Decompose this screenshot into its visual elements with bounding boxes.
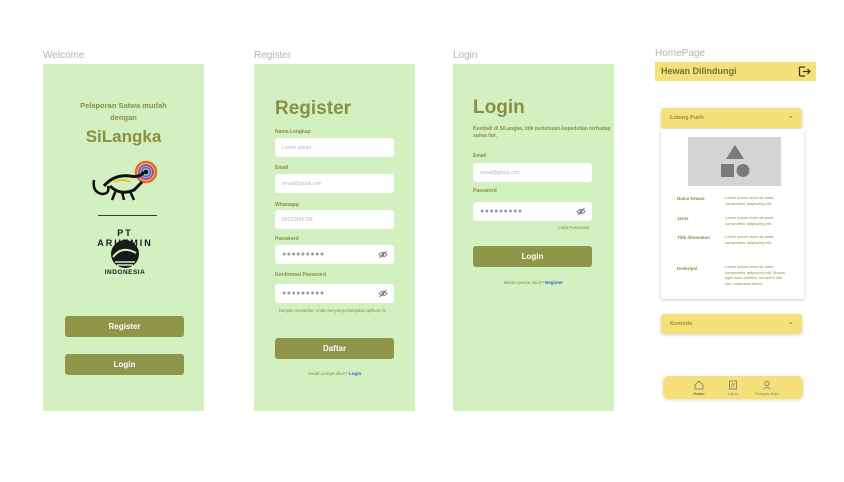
confirm-password-field[interactable]: ●●●●●●●●● bbox=[275, 284, 394, 303]
accordion-title: Komodo bbox=[670, 321, 693, 327]
image-placeholder bbox=[688, 137, 781, 186]
login-subtitle: Kembali di SiLangka, titik pertemuan kep… bbox=[473, 126, 611, 139]
register-title: Register bbox=[275, 98, 352, 119]
login-title: Login bbox=[473, 97, 525, 118]
user-badge-icon bbox=[763, 380, 771, 390]
animal-detail-card: Nama hewan Lorem ipsum dolor sit amet, c… bbox=[661, 129, 804, 299]
eye-off-icon[interactable] bbox=[378, 289, 388, 298]
email-label: Email bbox=[275, 165, 289, 171]
welcome-register-button[interactable]: Register bbox=[65, 316, 184, 337]
welcome-screen: Pelaporan Satwa mudah dengan SiLangka PT… bbox=[43, 64, 204, 411]
eye-off-icon[interactable] bbox=[576, 207, 586, 216]
app-name: SiLangka bbox=[85, 127, 162, 146]
nav-home[interactable]: Home bbox=[684, 380, 714, 396]
have-account-row: Sudah punya akun? Login bbox=[254, 371, 415, 376]
partner-emblem-icon bbox=[111, 240, 139, 268]
register-screen: Register Nama Lengkap Lorem Ipsum Email … bbox=[254, 64, 415, 411]
login-email-field[interactable]: email@gmail.com bbox=[473, 163, 592, 182]
terms-text: Dengan mendaftar, Anda menyetujui kebija… bbox=[279, 308, 387, 313]
detail-label-location: Titik ditemukan bbox=[677, 235, 710, 240]
nav-label-lapor: Lapor bbox=[727, 391, 739, 396]
register-link[interactable]: Register bbox=[545, 280, 563, 285]
report-icon bbox=[729, 380, 737, 390]
have-account-text: Sudah punya akun? bbox=[307, 371, 348, 376]
partner-country: INDONESIA bbox=[104, 269, 146, 276]
detail-value-description: Lorem ipsum dolor sit amet, consectetur … bbox=[725, 264, 786, 286]
chevron-down-icon[interactable]: ⌄ bbox=[787, 111, 794, 120]
nav-label-home: Home bbox=[693, 391, 705, 396]
monkey-logo-icon bbox=[92, 160, 158, 201]
image-placeholder-icon bbox=[721, 145, 750, 177]
frame-label-register: Register bbox=[254, 50, 292, 61]
accordion-lutung-putih[interactable]: Lutung Putih ⌄ bbox=[661, 108, 802, 128]
home-icon bbox=[694, 380, 704, 390]
no-account-text: Belum punya akun? bbox=[503, 280, 544, 285]
detail-value-type: Lorem ipsum dolor sit amet, consectetur … bbox=[725, 215, 775, 226]
fullname-label: Nama Lengkap bbox=[275, 129, 311, 135]
chevron-down-icon[interactable]: ⌄ bbox=[787, 317, 794, 326]
login-link[interactable]: Login bbox=[349, 371, 361, 376]
login-screen: Login Kembali di SiLangka, titik pertemu… bbox=[453, 64, 614, 411]
fullname-field[interactable]: Lorem Ipsum bbox=[275, 138, 394, 157]
login-submit-button[interactable]: Login bbox=[473, 246, 592, 267]
no-account-row: Belum punya akun? Register bbox=[453, 280, 614, 285]
welcome-tagline: Pelaporan Satwa mudah dengan bbox=[80, 101, 167, 122]
frame-label-welcome: Welcome bbox=[43, 50, 85, 61]
login-password-field[interactable]: ●●●●●●●●● bbox=[473, 202, 592, 221]
logout-icon[interactable] bbox=[798, 65, 811, 78]
password-label: Password bbox=[275, 236, 299, 242]
detail-label-type: Jenis bbox=[677, 216, 689, 221]
register-submit-button[interactable]: Daftar bbox=[275, 338, 394, 359]
password-field[interactable]: ●●●●●●●●● bbox=[275, 245, 394, 264]
frame-label-login: Login bbox=[453, 50, 478, 61]
login-email-label: Email bbox=[473, 153, 487, 159]
detail-label-name: Nama hewan bbox=[677, 196, 705, 201]
login-password-label: Password bbox=[473, 188, 497, 194]
email-field[interactable]: email@gmail.com bbox=[275, 174, 394, 193]
eye-off-icon[interactable] bbox=[378, 250, 388, 259]
nav-lapor[interactable]: Lapor bbox=[718, 380, 748, 396]
bottom-nav: Home Lapor Petugas Baru bbox=[663, 376, 803, 399]
nav-petugas-baru[interactable]: Petugas Baru bbox=[752, 380, 782, 396]
detail-label-description: Deskripsi bbox=[677, 266, 698, 271]
welcome-login-button[interactable]: Login bbox=[65, 354, 184, 375]
confirm-password-label: Konfirmasi Password bbox=[275, 272, 327, 278]
frame-label-homepage: HomePage bbox=[655, 48, 706, 59]
forgot-password-link[interactable]: Lupa Password bbox=[558, 225, 589, 230]
detail-value-name: Lorem ipsum dolor sit amet, consectetur … bbox=[725, 195, 775, 206]
nav-label-petugas-baru: Petugas Baru bbox=[754, 391, 780, 396]
whatsapp-label: Whatsapp bbox=[275, 202, 299, 208]
accordion-komodo[interactable]: Komodo ⌄ bbox=[661, 314, 802, 334]
whatsapp-field[interactable]: 08123456789 bbox=[275, 210, 394, 229]
home-header-title: Hewan Dilindungi bbox=[661, 66, 737, 76]
detail-value-location: Lorem ipsum dolor sit amet, consectetur … bbox=[725, 234, 775, 245]
home-header: Hewan Dilindungi bbox=[655, 62, 816, 81]
divider bbox=[98, 215, 157, 216]
accordion-title: Lutung Putih bbox=[670, 115, 704, 121]
partner-logo: PT ARUTMIN INDONESIA bbox=[90, 224, 160, 280]
